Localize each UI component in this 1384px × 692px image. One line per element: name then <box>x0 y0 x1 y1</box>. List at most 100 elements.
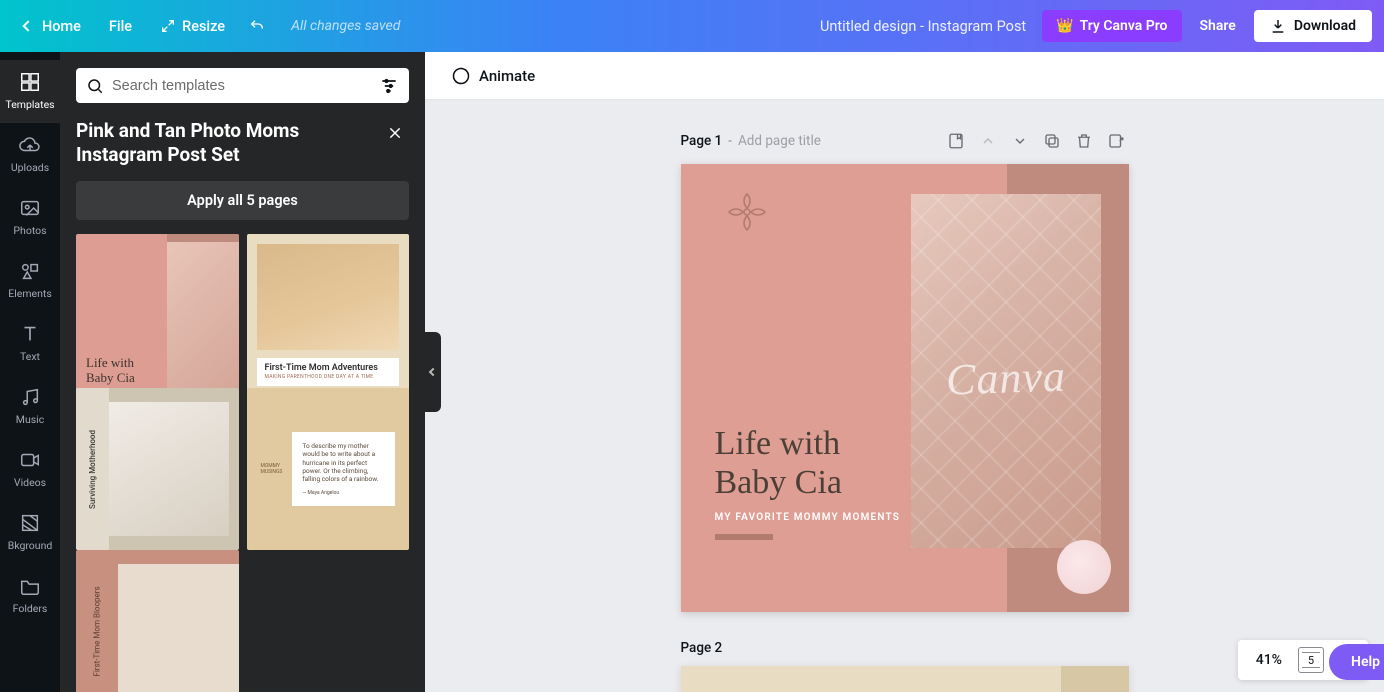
thumb-text: Life with Baby Cia <box>86 356 157 386</box>
nav-label: Uploads <box>11 161 49 174</box>
close-icon <box>387 125 403 141</box>
apply-all-button[interactable]: Apply all 5 pages <box>76 181 409 220</box>
duplicate-page-button[interactable] <box>1039 128 1065 154</box>
text-icon <box>18 322 42 346</box>
template-thumb-5[interactable]: First-Time Mom Bloopers <box>76 550 239 692</box>
music-icon <box>18 385 42 409</box>
thumb-title: First-Time Mom Adventures <box>265 364 392 374</box>
thumb-sidebar: First-Time Mom Bloopers <box>76 550 118 692</box>
page-title-input[interactable]: Add page title <box>738 133 821 149</box>
filter-icon[interactable] <box>379 76 399 96</box>
canvas-subtitle[interactable]: MY FAVORITE MOMMY MOMENTS <box>715 512 901 523</box>
thumb-photo <box>167 234 239 397</box>
animate-icon <box>451 66 471 86</box>
nav-uploads[interactable]: Uploads <box>0 123 60 186</box>
undo-button[interactable] <box>241 12 273 40</box>
add-page-icon <box>1107 132 1125 150</box>
nav-label: Elements <box>8 287 52 300</box>
search-input[interactable] <box>112 78 371 94</box>
workspace[interactable]: Page 1 - Add page title <box>425 100 1384 692</box>
page-number: Page 1 <box>681 133 723 149</box>
photos-icon <box>18 196 42 220</box>
templates-icon <box>18 70 42 94</box>
page-1-canvas[interactable]: Canva Life with Baby Cia MY FAVORITE MOM… <box>681 164 1129 612</box>
nav-folders[interactable]: Folders <box>0 564 60 627</box>
resize-icon <box>160 18 176 34</box>
search-icon <box>86 77 104 95</box>
nav-background[interactable]: Bkground <box>0 501 60 564</box>
watermark: Canva <box>945 351 1067 406</box>
download-button[interactable]: Download <box>1254 10 1372 42</box>
delete-page-button[interactable] <box>1071 128 1097 154</box>
search-templates[interactable] <box>76 68 409 103</box>
nav-elements[interactable]: Elements <box>0 249 60 312</box>
quote-text: To describe my mother would be to write … <box>302 442 385 484</box>
folders-icon <box>18 574 42 598</box>
file-label: File <box>109 18 132 35</box>
nav-videos[interactable]: Videos <box>0 438 60 501</box>
help-button[interactable]: Help <box>1329 644 1384 680</box>
page-1-block: Page 1 - Add page title <box>681 128 1129 612</box>
page-2-block: Page 2 <box>681 640 1129 692</box>
resize-button[interactable]: Resize <box>148 12 237 41</box>
notes-button[interactable] <box>943 128 969 154</box>
title-line1: Life with <box>715 425 841 462</box>
try-pro-button[interactable]: 👑 Try Canva Pro <box>1042 10 1181 42</box>
nav-label: Bkground <box>8 539 53 552</box>
canvas-area: Animate Page 1 - Add page title <box>425 52 1384 692</box>
thumb-right <box>118 550 238 692</box>
nav-label: Music <box>16 413 44 426</box>
nav-music[interactable]: Music <box>0 375 60 438</box>
share-button[interactable]: Share <box>1186 10 1250 42</box>
crown-icon: 👑 <box>1056 18 1073 34</box>
title-line2: Baby Cia <box>715 464 842 501</box>
template-set-title: Pink and Tan Photo Moms Instagram Post S… <box>76 119 369 167</box>
canvas-title[interactable]: Life with Baby Cia <box>715 424 842 502</box>
thumb-title-line2: Baby Cia <box>86 370 135 385</box>
save-status: All changes saved <box>291 18 400 34</box>
chevron-up-icon <box>980 133 996 149</box>
document-title[interactable]: Untitled design - Instagram Post <box>820 18 1026 35</box>
thumb-photo <box>118 564 238 692</box>
home-button[interactable]: Home <box>12 12 93 41</box>
videos-icon <box>18 448 42 472</box>
animate-button[interactable]: Animate <box>443 60 543 92</box>
top-bar: Home File Resize All changes saved Untit… <box>0 0 1384 52</box>
canvas-photo[interactable]: Canva <box>911 194 1101 548</box>
notes-icon <box>947 132 965 150</box>
home-label: Home <box>42 18 81 35</box>
template-thumb-4[interactable]: MOMMY MUSINGS To describe my mother woul… <box>247 388 410 551</box>
thumb-quote: To describe my mother would be to write … <box>292 432 395 507</box>
page-2-canvas[interactable] <box>681 666 1129 692</box>
canvas-toolbar: Animate <box>425 52 1384 100</box>
template-thumb-1[interactable]: Life with Baby Cia <box>76 234 239 397</box>
apply-label: Apply all 5 pages <box>187 192 298 209</box>
nav-label: Templates <box>5 98 54 111</box>
template-thumb-2[interactable]: First-Time Mom Adventures MAKING PARENTH… <box>247 234 410 397</box>
page-header: Page 1 - Add page title <box>681 128 1129 154</box>
thumb-sidebar: Surviving Motherhood <box>76 388 109 551</box>
main-row: Templates Uploads Photos Elements Text <box>0 52 1384 692</box>
close-button[interactable] <box>381 119 409 147</box>
file-menu[interactable]: File <box>97 12 144 41</box>
page-count-button[interactable]: 5 <box>1298 647 1324 673</box>
try-pro-label: Try Canva Pro <box>1080 18 1168 34</box>
nav-text[interactable]: Text <box>0 312 60 375</box>
thumb-subtitle: MAKING PARENTHOOD ONE DAY AT A TIME <box>265 374 392 380</box>
nav-templates[interactable]: Templates <box>0 60 60 123</box>
animate-label: Animate <box>479 67 535 85</box>
thumb-caption: First-Time Mom Adventures MAKING PARENTH… <box>257 358 400 386</box>
thumb-photo <box>257 244 400 351</box>
nav-photos[interactable]: Photos <box>0 186 60 249</box>
background-icon <box>18 511 42 535</box>
chevron-left-icon <box>22 20 33 31</box>
download-icon <box>1270 18 1286 34</box>
thumb-title-line1: Life with <box>86 355 134 370</box>
move-down-button[interactable] <box>1007 128 1033 154</box>
zoom-level[interactable]: 41% <box>1250 648 1288 672</box>
add-page-button[interactable] <box>1103 128 1129 154</box>
download-label: Download <box>1294 18 1356 34</box>
elements-icon <box>18 259 42 283</box>
template-thumb-3[interactable]: Surviving Motherhood <box>76 388 239 551</box>
thumb-left: Life with Baby Cia <box>76 234 167 397</box>
